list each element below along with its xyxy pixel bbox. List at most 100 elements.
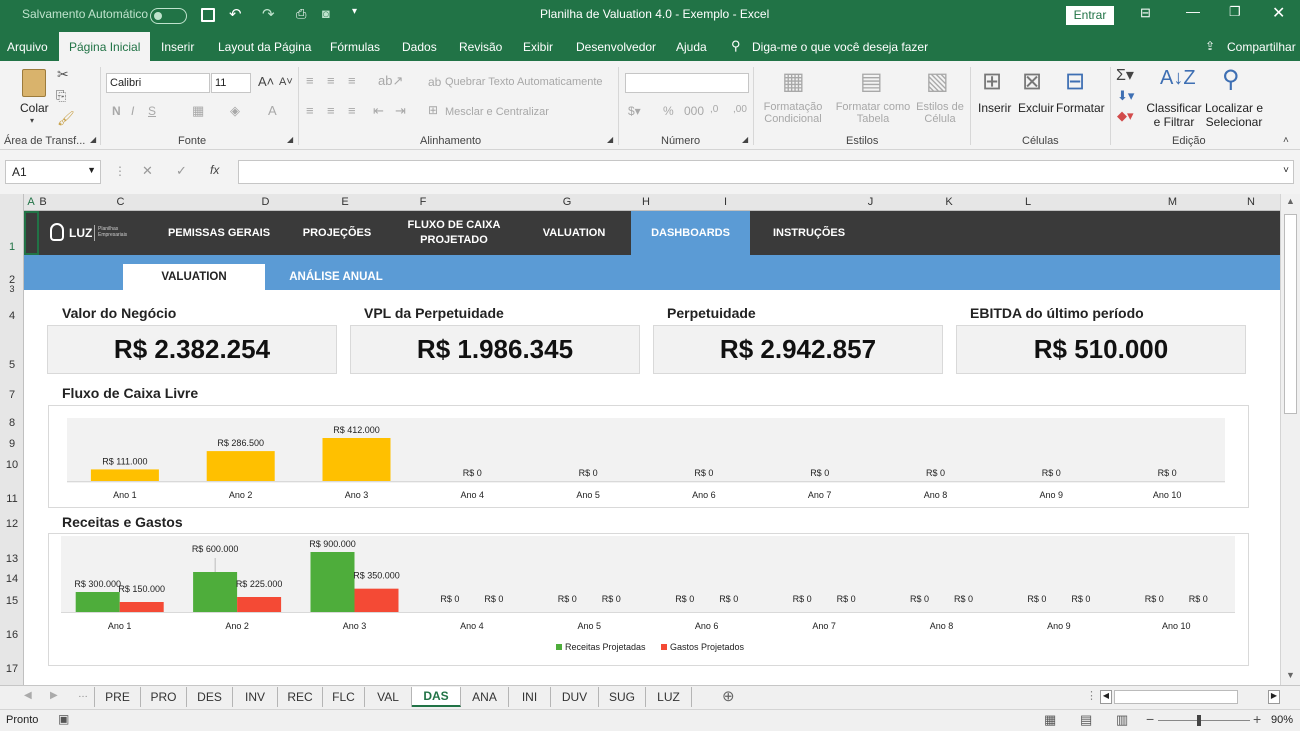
align-left-icon[interactable]: ≡ bbox=[306, 103, 314, 118]
cancel-icon[interactable]: ✕ bbox=[142, 163, 153, 179]
column-header[interactable]: I bbox=[653, 196, 798, 208]
column-header[interactable]: D bbox=[192, 196, 339, 208]
row-header[interactable]: 9 bbox=[0, 438, 24, 450]
more-sheets-icon[interactable]: … bbox=[78, 689, 88, 700]
fill-icon[interactable]: ⬇▾ bbox=[1117, 88, 1134, 104]
formula-input[interactable]: ˅ bbox=[238, 160, 1294, 184]
orientation-icon[interactable]: ab↗ bbox=[378, 73, 403, 89]
hscroll-left-icon[interactable]: ◀ bbox=[1100, 690, 1112, 704]
comma-icon[interactable]: 000 bbox=[684, 104, 704, 118]
row-header[interactable]: 13 bbox=[0, 553, 24, 565]
row-header[interactable]: 7 bbox=[0, 389, 24, 401]
column-header[interactable]: H bbox=[639, 196, 653, 208]
row-header[interactable]: 8 bbox=[0, 417, 24, 429]
row-header[interactable]: 12 bbox=[0, 518, 24, 530]
name-box[interactable]: A1 ▼ bbox=[5, 160, 101, 184]
tab-revisao[interactable]: Revisão bbox=[459, 40, 502, 54]
sheet-tab[interactable]: PRO bbox=[141, 687, 187, 707]
column-header[interactable]: B bbox=[37, 196, 49, 208]
sheet-tab[interactable]: FLC bbox=[323, 687, 365, 707]
cut-icon[interactable]: ✂ bbox=[57, 66, 69, 83]
sheet-tab[interactable]: LUZ bbox=[646, 687, 692, 707]
sheet-tab-active[interactable]: DAS bbox=[412, 687, 461, 707]
autosum-icon[interactable]: Σ▾ bbox=[1116, 65, 1134, 85]
print-preview-icon[interactable]: ⎙ bbox=[296, 6, 306, 22]
row-header[interactable]: 1 bbox=[0, 241, 24, 253]
tab-ajuda[interactable]: Ajuda bbox=[676, 40, 707, 54]
percent-icon[interactable]: % bbox=[663, 104, 674, 118]
collapse-ribbon-icon[interactable]: ˄ bbox=[1283, 135, 1289, 146]
clear-icon[interactable]: ◆▾ bbox=[1117, 108, 1134, 124]
zoom-out-icon[interactable]: − bbox=[1146, 711, 1154, 727]
camera-icon[interactable]: ◙ bbox=[322, 6, 330, 21]
tab-layout[interactable]: Layout da Página bbox=[218, 40, 311, 54]
tab-desenvolvedor[interactable]: Desenvolvedor bbox=[576, 40, 656, 54]
paste-dropdown-icon[interactable]: ▾ bbox=[30, 116, 34, 125]
scroll-up-icon[interactable]: ▲ bbox=[1286, 196, 1295, 206]
insert-cells-button[interactable]: Inserir bbox=[978, 101, 1011, 115]
sheet-tab[interactable]: INV bbox=[233, 687, 278, 707]
tab-pagina-inicial[interactable]: Página Inicial bbox=[59, 32, 151, 61]
insert-function-icon[interactable]: fx bbox=[210, 163, 219, 177]
redo-icon[interactable]: ↷ bbox=[262, 5, 275, 23]
underline-icon[interactable]: S bbox=[148, 104, 156, 118]
borders-icon[interactable]: ▦ bbox=[192, 103, 204, 119]
conditional-format-button[interactable]: Formatação Condicional bbox=[760, 101, 826, 125]
share-icon[interactable]: ⇪ bbox=[1205, 39, 1215, 53]
vertical-scrollbar[interactable]: ▲ ▼ bbox=[1280, 194, 1300, 685]
grow-font-icon[interactable]: A˄ bbox=[258, 74, 274, 89]
merge-center-button[interactable]: Mesclar e Centralizar bbox=[445, 106, 549, 118]
zoom-slider[interactable] bbox=[1158, 720, 1250, 721]
align-bottom-icon[interactable]: ≡ bbox=[348, 73, 356, 88]
cell-styles-button[interactable]: Estilos de Célula bbox=[914, 101, 966, 125]
row-header[interactable]: 11 bbox=[0, 493, 24, 505]
decrease-indent-icon[interactable]: ⇤ bbox=[373, 103, 384, 119]
row-header[interactable]: 3 bbox=[0, 284, 24, 294]
decrease-decimal-icon[interactable]: ,00 bbox=[733, 104, 747, 115]
close-icon[interactable]: ✕ bbox=[1272, 3, 1285, 23]
column-header[interactable]: N bbox=[1244, 196, 1258, 208]
tab-arquivo[interactable]: Arquivo bbox=[7, 40, 48, 54]
column-header[interactable]: K bbox=[943, 196, 955, 208]
sheet-tab[interactable]: INI bbox=[509, 687, 551, 707]
clipboard-launcher-icon[interactable]: ◢ bbox=[90, 135, 96, 144]
sheet-tab[interactable]: DES bbox=[187, 687, 233, 707]
column-header[interactable]: M bbox=[1101, 196, 1244, 208]
subtab-analise-anual[interactable]: ANÁLISE ANUAL bbox=[275, 264, 397, 290]
macro-record-icon[interactable]: ▣ bbox=[58, 712, 69, 726]
number-format-select[interactable] bbox=[625, 73, 749, 93]
ribbon-display-icon[interactable]: ⊟ bbox=[1140, 5, 1151, 21]
zoom-in-icon[interactable]: + bbox=[1253, 711, 1261, 727]
copy-icon[interactable]: ⎘ bbox=[56, 88, 66, 104]
share-button[interactable]: Compartilhar bbox=[1227, 40, 1296, 54]
sheet-tab[interactable]: DUV bbox=[551, 687, 599, 707]
nav-dashboards[interactable]: DASHBOARDS bbox=[631, 211, 750, 255]
format-painter-icon[interactable]: 🖌 bbox=[57, 110, 75, 127]
subtab-valuation[interactable]: VALUATION bbox=[123, 264, 265, 290]
italic-icon[interactable]: I bbox=[131, 104, 134, 118]
zoom-slider-thumb[interactable] bbox=[1197, 715, 1201, 726]
sheet-tab[interactable]: REC bbox=[278, 687, 323, 707]
customize-qat-icon[interactable]: ▾ bbox=[352, 6, 357, 17]
bold-icon[interactable]: N bbox=[112, 104, 121, 118]
hscroll-right-icon[interactable]: ▶ bbox=[1268, 690, 1280, 704]
nav-instrucoes[interactable]: INSTRUÇÕES bbox=[764, 211, 854, 255]
enter-icon[interactable]: ✓ bbox=[176, 163, 187, 179]
align-top-icon[interactable]: ≡ bbox=[306, 73, 314, 88]
page-layout-icon[interactable]: ▤ bbox=[1080, 712, 1092, 728]
row-header[interactable]: 15 bbox=[0, 595, 24, 607]
tab-dados[interactable]: Dados bbox=[402, 40, 437, 54]
row-header[interactable]: 16 bbox=[0, 629, 24, 641]
scroll-down-icon[interactable]: ▼ bbox=[1286, 670, 1295, 680]
wrap-text-button[interactable]: Quebrar Texto Automaticamente bbox=[445, 76, 603, 88]
row-header[interactable]: 14 bbox=[0, 573, 24, 585]
scroll-thumb[interactable] bbox=[1284, 214, 1297, 414]
chevron-down-icon[interactable]: ▼ bbox=[87, 165, 96, 175]
number-launcher-icon[interactable]: ◢ bbox=[742, 135, 748, 144]
column-header[interactable]: C bbox=[49, 196, 192, 208]
column-header[interactable]: F bbox=[351, 196, 495, 208]
tabs-split-icon[interactable]: ⋮ bbox=[1086, 689, 1097, 702]
paste-icon[interactable] bbox=[22, 69, 46, 97]
paste-button[interactable]: Colar bbox=[20, 101, 49, 115]
select-all-corner[interactable] bbox=[0, 194, 24, 211]
